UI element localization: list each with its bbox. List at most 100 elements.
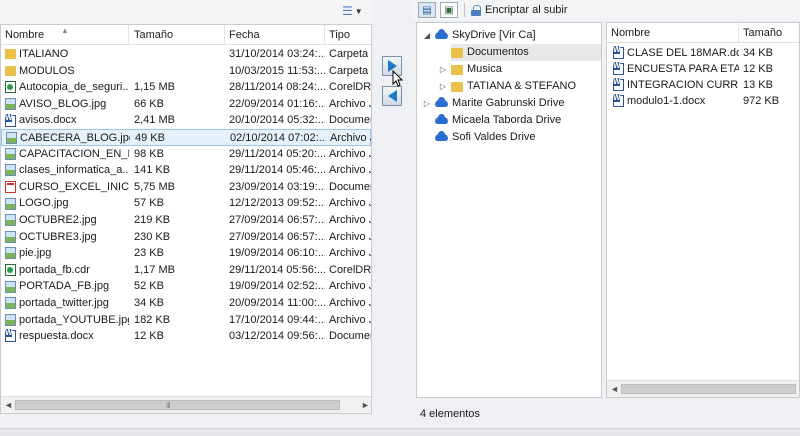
folder-icon (5, 65, 16, 76)
tree-item-label: Documentos (467, 46, 529, 58)
file-row[interactable]: Autocopia_de_seguri... 1,15 MB 28/11/2014 … (1, 79, 371, 96)
file-row[interactable]: MODULOS 10/03/2015 11:53:... Carpeta d (1, 63, 371, 80)
list-view-icon: ☰ (342, 4, 353, 18)
file-row[interactable]: OCTUBRE3.jpg 230 KB 27/09/2014 06:57:... Ar… (1, 229, 371, 246)
add-folder-icon: ▣ (444, 4, 454, 16)
expand-icon[interactable]: ▷ (439, 78, 447, 95)
left-toolbar: ☰ ▼ (0, 0, 372, 24)
files-column-size[interactable]: Tamaño (739, 23, 799, 43)
cloud-file-row[interactable]: INTEGRACION CURRI... 13 KB (607, 77, 799, 93)
column-size-label: Tamaño (134, 29, 174, 41)
scrollbar-thumb[interactable]: III (15, 400, 340, 410)
file-name: CABECERA_BLOG.jpg (20, 131, 130, 144)
tree-item[interactable]: ▷ Marite Gabrunski Drive (423, 95, 564, 112)
file-size: 52 KB (134, 280, 164, 293)
file-name: AVISO_BLOG.jpg (19, 97, 107, 110)
file-date: 20/09/2014 11:00:... (229, 296, 325, 309)
arrow-left-icon (387, 90, 397, 102)
files-scroll-left-icon[interactable]: ◄ (610, 384, 619, 394)
corel-file-icon (5, 264, 16, 277)
column-size[interactable]: Tamaño (130, 25, 225, 45)
expand-icon[interactable]: ▷ (439, 61, 447, 78)
corel-file-icon (5, 81, 16, 94)
cloud-file-row[interactable]: modulo1-1.docx 972 KB (607, 93, 799, 109)
tree-item-label: SkyDrive [Vir Ca] (452, 29, 536, 41)
file-row[interactable]: CABECERA_BLOG.jpg 49 KB 02/10/2014 07:02:.… (1, 128, 371, 146)
file-name: OCTUBRE3.jpg (19, 230, 97, 243)
file-size: 98 KB (134, 147, 164, 160)
file-date: 17/10/2014 09:44:... (229, 313, 325, 326)
file-row[interactable]: portada_fb.cdr 1,17 MB 29/11/2014 05:56:..… (1, 262, 371, 279)
file-row[interactable]: pie.jpg 23 KB 19/09/2014 06:10:... Archivo … (1, 245, 371, 262)
horizontal-scrollbar[interactable]: ◄ III ► (1, 396, 371, 413)
file-row[interactable]: respuesta.docx 12 KB 03/12/2014 09:56:... D… (1, 328, 371, 345)
file-name-cell: PORTADA_FB.jpg (5, 278, 129, 295)
download-button[interactable] (382, 86, 402, 106)
file-size: 66 KB (134, 97, 164, 110)
view-options-button[interactable]: ☰ ▼ (342, 3, 368, 19)
column-date[interactable]: Fecha (225, 25, 325, 45)
file-name: respuesta.docx (19, 330, 94, 343)
file-row[interactable]: ITALIANO 31/10/2014 03:24:... Carpeta d (1, 46, 371, 63)
status-bar: 4 elementos (412, 400, 800, 428)
file-row[interactable]: LOGO.jpg 57 KB 12/12/2013 09:52:... Archivo… (1, 195, 371, 212)
column-type[interactable]: Tipo (325, 25, 371, 45)
file-row[interactable]: OCTUBRE2.jpg 219 KB 27/09/2014 06:57:... Ar… (1, 212, 371, 229)
cloud-file-row[interactable]: ENCUESTA PARA ETA... 12 KB (607, 61, 799, 77)
expand-icon[interactable]: ▷ (423, 95, 431, 112)
tree-item[interactable]: ▷ TATIANA & STEFANO (439, 78, 576, 95)
cloud-file-list[interactable]: Nombre Tamaño CLASE DEL 18MAR.doc... 34 K… (606, 22, 800, 398)
scroll-left-icon[interactable]: ◄ (4, 400, 13, 410)
tree-item[interactable]: ◢ SkyDrive [Vir Ca] (423, 27, 536, 44)
files-scrollbar-thumb[interactable] (621, 384, 796, 394)
file-row[interactable]: avisos.docx 2,41 MB 20/10/2014 05:32:... Do… (1, 112, 371, 129)
tree-item[interactable]: Micaela Taborda Drive (423, 112, 561, 129)
files-horizontal-scrollbar[interactable]: ◄ (607, 380, 799, 397)
column-type-label: Tipo (329, 29, 350, 41)
file-row[interactable]: portada_twitter.jpg 34 KB 20/09/2014 11:00… (1, 295, 371, 312)
cloud-file-name-cell: CLASE DEL 18MAR.doc... (613, 45, 739, 61)
cloud-drive-tree[interactable]: ◢ SkyDrive [Vir Ca] Documentos ▷ Musica ▷ TATI… (416, 22, 602, 398)
cloud-file-name-cell: modulo1-1.docx (613, 93, 739, 109)
scroll-right-icon[interactable]: ► (361, 400, 370, 410)
cloud-file-row[interactable]: CLASE DEL 18MAR.doc... 34 KB (607, 45, 799, 61)
column-name[interactable]: Nombre ▲ (1, 25, 129, 45)
file-row[interactable]: clases_informatica_a... 141 KB 29/11/2014 … (1, 162, 371, 179)
file-row[interactable]: portada_YOUTUBE.jpg 182 KB 17/10/2014 09:4… (1, 312, 371, 329)
tree-item-label: Musica (467, 63, 502, 75)
file-name: pie.jpg (19, 247, 52, 260)
file-name-cell: OCTUBRE3.jpg (5, 229, 129, 246)
file-date: 10/03/2015 11:53:... (229, 64, 325, 77)
file-row[interactable]: CAPACITACION_EN_I... 98 KB 29/11/2014 05:2… (1, 146, 371, 163)
file-size: 23 KB (134, 247, 164, 260)
file-date: 29/11/2014 05:20:... (229, 147, 325, 160)
new-folder-button[interactable]: ▣ (440, 2, 458, 18)
pdf-file-icon (5, 181, 16, 194)
tree-item[interactable]: Sofi Valdes Drive (423, 129, 536, 146)
file-name: clases_informatica_a... (19, 164, 129, 177)
encrypt-on-upload-toggle[interactable]: Encriptar al subir (485, 4, 568, 16)
cloud-drive-icon (435, 114, 448, 124)
file-name-cell: MODULOS (5, 63, 129, 80)
file-name: PORTADA_FB.jpg (19, 280, 110, 293)
file-date: 29/11/2014 05:56:... (229, 263, 325, 276)
file-name: MODULOS (19, 64, 75, 77)
files-column-size-label: Tamaño (743, 27, 783, 39)
tree-view-button[interactable]: ▤ (418, 2, 436, 18)
tree-item[interactable]: ▷ Musica (439, 61, 502, 78)
item-count: 4 elementos (420, 408, 480, 420)
file-row[interactable]: AVISO_BLOG.jpg 66 KB 22/09/2014 01:16:... A… (1, 96, 371, 113)
files-column-name[interactable]: Nombre (607, 23, 739, 43)
local-file-list[interactable]: Nombre ▲ Tamaño Fecha Tipo ITALIANO 31/10… (0, 24, 372, 414)
file-name: avisos.docx (19, 114, 77, 127)
file-name: LOGO.jpg (19, 197, 69, 210)
folder-icon (451, 81, 463, 92)
file-row[interactable]: PORTADA_FB.jpg 52 KB 19/09/2014 02:52:... A… (1, 278, 371, 295)
file-name-cell: avisos.docx (5, 112, 129, 129)
file-row[interactable]: CURSO_EXCEL_INICIA... 5,75 MB 23/09/2014 0… (1, 179, 371, 196)
file-name-cell: CURSO_EXCEL_INICIA... (5, 179, 129, 196)
file-name-cell: Autocopia_de_seguri... (5, 79, 129, 96)
expand-icon[interactable]: ◢ (423, 27, 431, 44)
tree-item[interactable]: Documentos (451, 44, 601, 61)
file-date: 23/09/2014 03:19:... (229, 180, 325, 193)
